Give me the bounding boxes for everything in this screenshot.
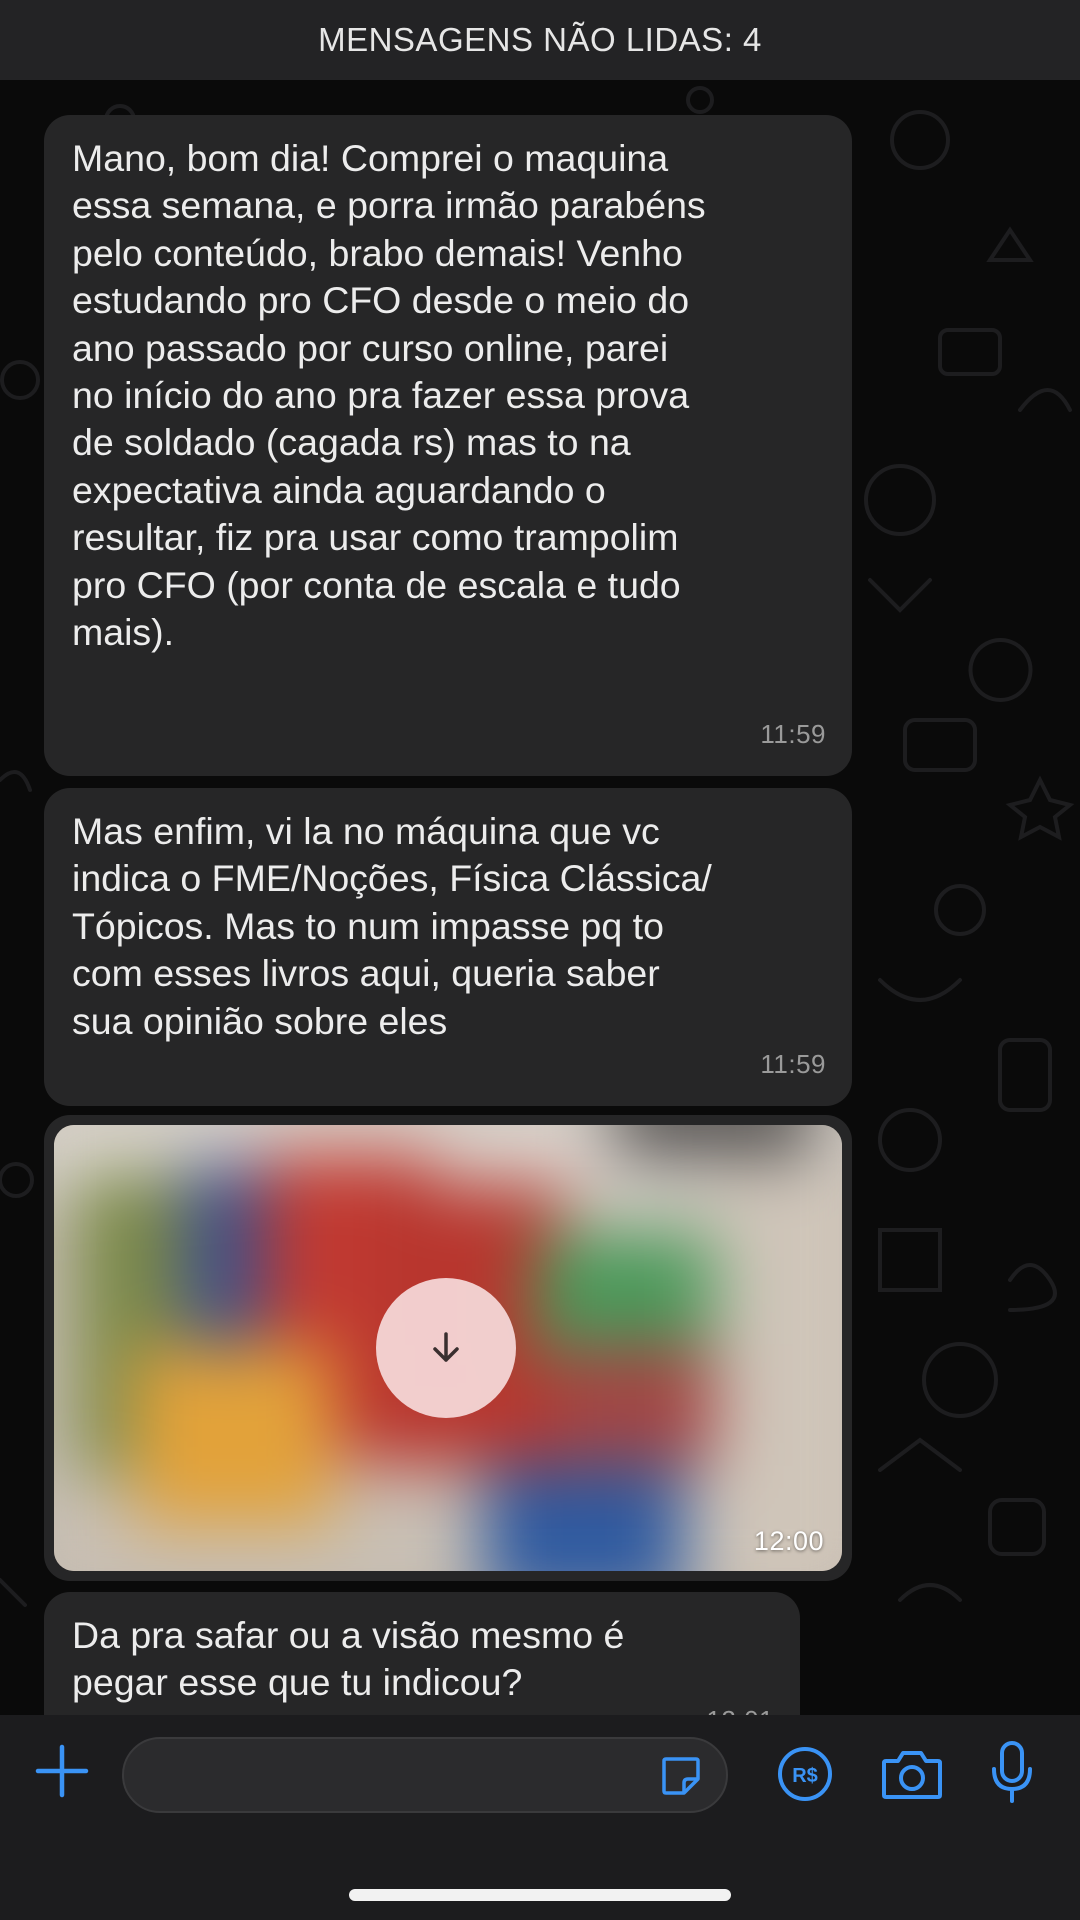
incoming-image-message[interactable]: 12:00 [44,1115,852,1581]
chat-screen: MENSAGENS NÃO LIDAS: 4 Mano, bom dia! Co… [0,0,1080,1920]
svg-text:R$: R$ [792,1765,818,1787]
plus-icon[interactable] [34,1743,90,1799]
message-text: Mas enfim, vi la no máquina que vc indic… [72,810,712,1042]
blurred-image-preview[interactable]: 12:00 [54,1125,842,1571]
message-timestamp: 11:59 [760,718,826,749]
incoming-message-bubble[interactable]: Mas enfim, vi la no máquina que vc indic… [44,788,852,1106]
sticker-icon[interactable] [658,1753,704,1799]
unread-messages-label: MENSAGENS NÃO LIDAS: 4 [318,21,762,58]
arrow-down-icon [433,1332,459,1362]
camera-icon[interactable] [880,1745,944,1803]
message-text: Da pra safar ou a visão mesmo é pegar es… [72,1614,625,1704]
home-indicator[interactable] [349,1889,731,1901]
microphone-icon[interactable] [988,1739,1036,1805]
incoming-message-bubble[interactable]: Mano, bom dia! Comprei o maquina essa se… [44,115,852,776]
message-composer: R$ [0,1715,1080,1920]
message-input[interactable] [122,1737,728,1813]
message-timestamp: 11:59 [760,1048,826,1079]
message-timestamp: 12:00 [753,1526,824,1556]
message-text: Mano, bom dia! Comprei o maquina essa se… [72,137,706,654]
download-button[interactable] [376,1278,516,1418]
unread-messages-banner: MENSAGENS NÃO LIDAS: 4 [0,0,1080,80]
payment-icon[interactable]: R$ [776,1745,834,1803]
